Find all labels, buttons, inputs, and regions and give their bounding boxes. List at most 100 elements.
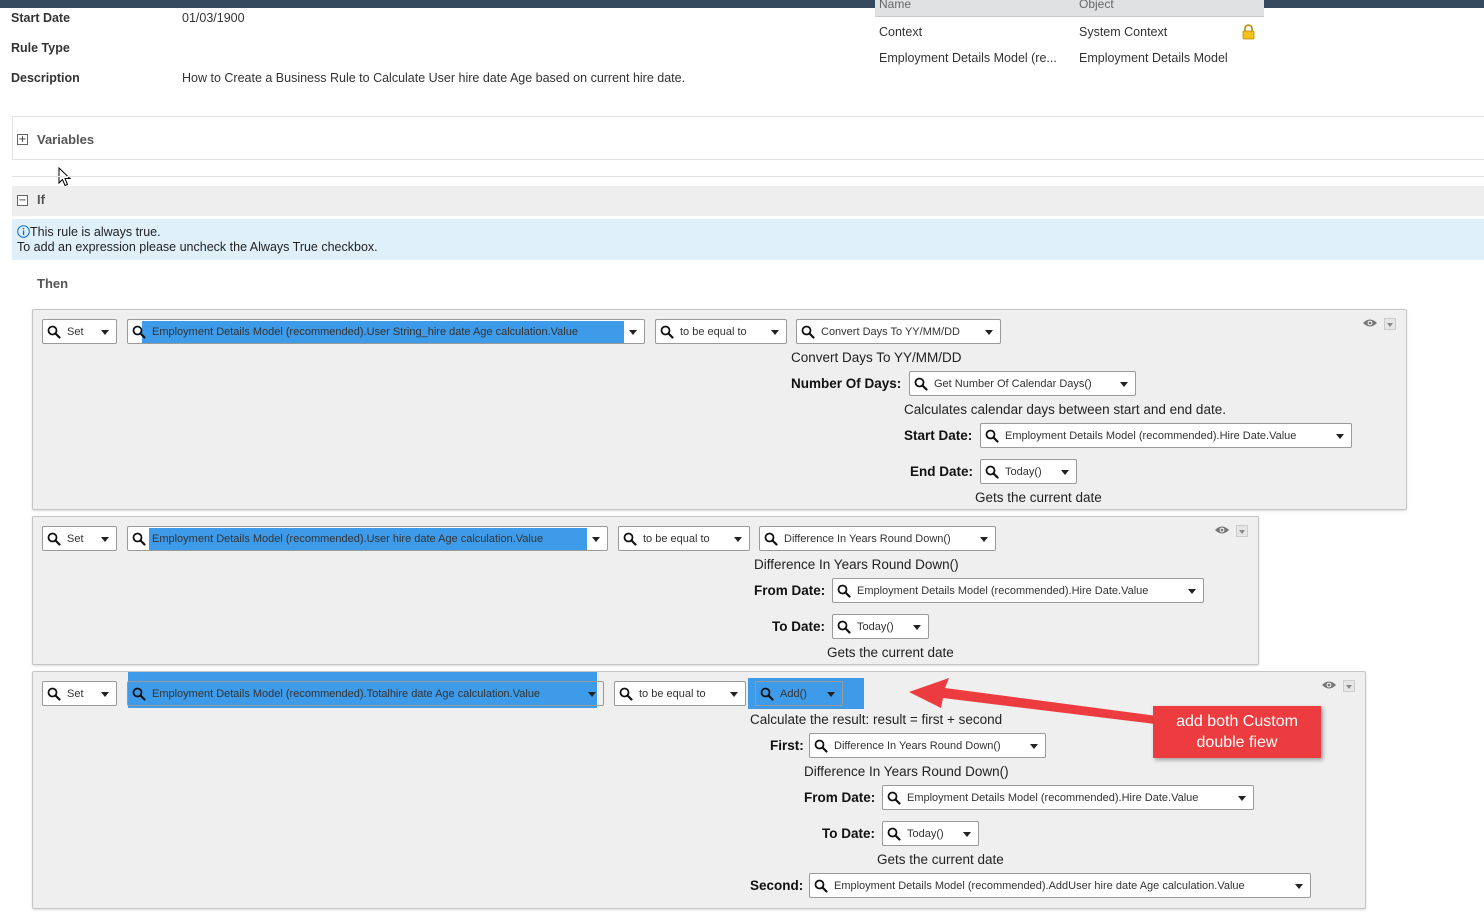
- variables-title[interactable]: Variables: [37, 132, 94, 147]
- search-icon: [619, 687, 633, 701]
- param-label: From Date:: [804, 790, 876, 805]
- eye-icon[interactable]: [1321, 680, 1337, 690]
- search-icon: [47, 532, 61, 546]
- chevron-down-icon: [1061, 470, 1069, 475]
- function-select[interactable]: Difference In Years Round Down(): [759, 526, 996, 551]
- target-select[interactable]: Employment Details Model (recommended).T…: [127, 681, 604, 706]
- param-select[interactable]: Get Number Of Calendar Days(): [909, 371, 1136, 396]
- function-select[interactable]: Add(): [755, 681, 843, 706]
- expand-variables-toggle[interactable]: +: [17, 134, 28, 145]
- chevron-down-icon: [588, 692, 596, 697]
- action-select[interactable]: Set: [42, 319, 117, 344]
- chevron-down-icon: [592, 537, 600, 542]
- context-table-header: Name Object: [875, 0, 1264, 17]
- function-description: Convert Days To YY/MM/DD: [791, 350, 962, 365]
- rule-options-dropdown[interactable]: [1236, 525, 1248, 537]
- context-name: Context: [879, 25, 923, 39]
- eye-icon[interactable]: [1214, 525, 1230, 535]
- search-icon: [814, 879, 828, 893]
- collapse-if-toggle[interactable]: −: [17, 195, 28, 206]
- search-icon: [887, 827, 901, 841]
- eye-icon[interactable]: [1362, 318, 1378, 328]
- info-line-1: This rule is always true.: [30, 225, 161, 239]
- chevron-down-icon: [1120, 382, 1128, 387]
- chevron-down-icon: [101, 330, 109, 335]
- param-label: Number Of Days:: [791, 376, 902, 391]
- info-line-2: To add an expression please uncheck the …: [17, 240, 378, 254]
- search-icon: [623, 532, 637, 546]
- rule-options-dropdown[interactable]: [1384, 318, 1396, 330]
- param-select[interactable]: Today(): [882, 821, 979, 846]
- param-description: Gets the current date: [877, 852, 1004, 867]
- param-description: Gets the current date: [827, 645, 954, 660]
- search-icon: [660, 325, 674, 339]
- variables-section: [12, 116, 1484, 160]
- param-label: End Date:: [910, 464, 974, 479]
- action-select[interactable]: Set: [42, 526, 117, 551]
- description-value: How to Create a Business Rule to Calcula…: [182, 71, 686, 85]
- target-select[interactable]: Employment Details Model (recommended).U…: [127, 526, 608, 551]
- search-icon: [814, 739, 828, 753]
- param-description: Gets the current date: [975, 490, 1102, 505]
- function-select[interactable]: Convert Days To YY/MM/DD: [796, 319, 1001, 344]
- search-icon: [47, 687, 61, 701]
- chevron-down-icon: [1238, 796, 1246, 801]
- chevron-down-icon: [1030, 744, 1038, 749]
- param-description: Difference In Years Round Down(): [804, 764, 1009, 779]
- action-select[interactable]: Set: [42, 681, 117, 706]
- param-description: Calculates calendar days between start a…: [904, 402, 1226, 417]
- chevron-down-icon: [827, 692, 835, 697]
- param-select[interactable]: Today(): [832, 614, 929, 639]
- operator-select[interactable]: to be equal to: [618, 526, 750, 551]
- info-icon: [17, 225, 30, 238]
- chevron-down-icon: [629, 330, 637, 335]
- chevron-down-icon: [771, 330, 779, 335]
- param-label: First:: [770, 738, 804, 753]
- search-icon: [887, 791, 901, 805]
- search-icon: [132, 532, 146, 546]
- then-title: Then: [37, 276, 69, 291]
- chevron-down-icon: [913, 625, 921, 630]
- chevron-down-icon: [963, 832, 971, 837]
- start-date-label: Start Date: [11, 11, 71, 25]
- annotation-text-line-1: add both Custom: [1176, 713, 1298, 730]
- target-select[interactable]: Employment Details Model (recommended).U…: [127, 319, 645, 344]
- description-label: Description: [11, 71, 80, 85]
- chevron-down-icon: [1336, 434, 1344, 439]
- param-select[interactable]: Employment Details Model (recommended).H…: [882, 785, 1254, 810]
- search-icon: [837, 620, 851, 634]
- context-object: System Context: [1079, 25, 1168, 39]
- param-label: Start Date:: [904, 428, 973, 443]
- chevron-down-icon: [980, 537, 988, 542]
- if-title[interactable]: If: [37, 192, 45, 207]
- param-select[interactable]: Employment Details Model (recommended).A…: [809, 873, 1311, 898]
- param-label: Second:: [750, 878, 804, 893]
- rule-type-label: Rule Type: [11, 41, 70, 55]
- search-icon: [47, 325, 61, 339]
- search-icon: [985, 429, 999, 443]
- search-icon: [132, 325, 146, 339]
- divider: [12, 176, 1484, 177]
- operator-select[interactable]: to be equal to: [614, 681, 746, 706]
- search-icon: [764, 532, 778, 546]
- param-select[interactable]: Difference In Years Round Down(): [809, 733, 1046, 758]
- search-icon: [801, 325, 815, 339]
- operator-select[interactable]: to be equal to: [655, 319, 787, 344]
- param-label: To Date:: [772, 619, 825, 634]
- chevron-down-icon: [730, 692, 738, 697]
- rule-options-dropdown[interactable]: [1343, 680, 1355, 692]
- col-name: Name: [879, 0, 912, 11]
- context-object: Employment Details Model: [1079, 51, 1228, 65]
- col-object: Object: [1079, 0, 1114, 11]
- param-select[interactable]: Employment Details Model (recommended).H…: [980, 423, 1352, 448]
- chevron-down-icon: [1188, 589, 1196, 594]
- param-select[interactable]: Today(): [980, 459, 1077, 484]
- param-label: From Date:: [754, 583, 826, 598]
- search-icon: [837, 584, 851, 598]
- annotation-text-line-2: double fiew: [1196, 734, 1278, 751]
- search-icon: [985, 465, 999, 479]
- search-icon: [132, 687, 146, 701]
- param-select[interactable]: Employment Details Model (recommended).H…: [832, 578, 1204, 603]
- mouse-cursor-icon: [58, 167, 72, 187]
- search-icon: [760, 687, 774, 701]
